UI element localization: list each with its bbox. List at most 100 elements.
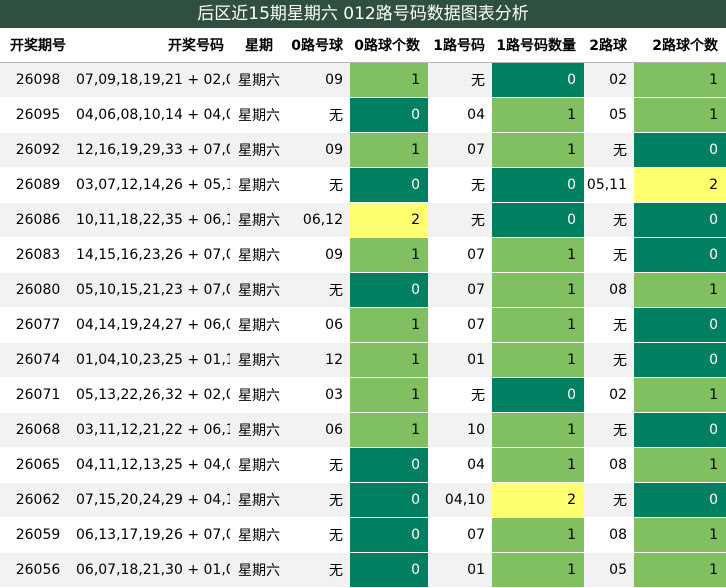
cell-route2-balls: 无 [584,132,634,168]
cell-route2-balls: 08 [584,447,634,483]
cell-route0-balls: 03 [288,377,350,413]
cell-draw-numbers: 14,15,16,23,26 + 07,09 [76,237,230,273]
cell-route1-count: 1 [492,552,584,588]
cell-route2-balls: 05,11 [584,167,634,203]
cell-route2-balls: 无 [584,342,634,378]
cell-weekday: 星期六 [230,307,288,343]
cell-route2-count: 1 [634,272,726,308]
cell-route1-count: 1 [492,412,584,448]
header-numbers: 开奖号码 [76,28,230,63]
cell-draw-numbers: 05,13,22,26,32 + 02,03 [76,377,230,413]
cell-route1-count: 0 [492,62,584,98]
table-row: 26098 07,09,18,19,21 + 02,09 星期六 09 1 无 0 02 1 [0,62,726,98]
cell-weekday: 星期六 [230,202,288,238]
cell-route1-numbers: 01 [428,552,492,588]
table-row: 26062 07,15,20,24,29 + 04,10 星期六无 0 04,10 2 无 0 [0,482,726,518]
header-route1-numbers: 1路号码 [428,28,492,63]
cell-route1-numbers: 04 [428,97,492,133]
header-route0-balls: 0路号球 [288,28,350,63]
cell-route2-count: 1 [634,552,726,588]
cell-route1-numbers: 04 [428,447,492,483]
cell-weekday: 星期六 [230,377,288,413]
cell-route1-numbers: 10 [428,412,492,448]
cell-route0-count: 1 [350,412,428,448]
cell-route2-balls: 无 [584,237,634,273]
cell-route0-count: 0 [350,482,428,518]
cell-draw-numbers: 07,09,18,19,21 + 02,09 [76,62,230,98]
cell-route0-balls: 无 [288,482,350,518]
cell-route0-balls: 无 [288,167,350,203]
cell-route1-numbers: 07 [428,132,492,168]
cell-draw-numbers: 04,11,12,13,25 + 04,08 [76,447,230,483]
cell-issue: 26089 [0,167,76,203]
cell-route1-count: 1 [492,132,584,168]
cell-route0-count: 1 [350,342,428,378]
cell-draw-numbers: 06,07,18,21,30 + 01,05 [76,552,230,588]
cell-draw-numbers: 03,11,12,21,22 + 06,10 [76,412,230,448]
cell-weekday: 星期六 [230,237,288,273]
cell-route2-count: 0 [634,482,726,518]
cell-issue: 26092 [0,132,76,168]
cell-route2-count: 1 [634,62,726,98]
cell-weekday: 星期六 [230,517,288,553]
cell-route0-count: 1 [350,132,428,168]
cell-route1-count: 0 [492,377,584,413]
cell-route1-numbers: 04,10 [428,482,492,518]
cell-draw-numbers: 06,13,17,19,26 + 07,08 [76,517,230,553]
cell-route1-numbers: 07 [428,237,492,273]
cell-weekday: 星期六 [230,132,288,168]
cell-route1-numbers: 无 [428,62,492,98]
cell-route2-count: 1 [634,447,726,483]
cell-route0-balls: 无 [288,517,350,553]
table-row: 26074 01,04,10,23,25 + 01,12 星期六 12 1 01 1 无 0 [0,342,726,378]
table-row: 26059 06,13,17,19,26 + 07,08 星期六无 0 07 1 08 1 [0,517,726,553]
cell-route2-balls: 08 [584,517,634,553]
cell-route2-balls: 无 [584,307,634,343]
table-title: 后区近15期星期六 012路号码数据图表分析 [0,0,726,28]
cell-route2-count: 0 [634,237,726,273]
cell-route0-count: 1 [350,307,428,343]
table-row: 26056 06,07,18,21,30 + 01,05 星期六无 0 01 1 05 1 [0,552,726,588]
cell-weekday: 星期六 [230,412,288,448]
cell-issue: 26065 [0,447,76,483]
cell-route2-count: 0 [634,307,726,343]
table-body: 26098 07,09,18,19,21 + 02,09 星期六 09 1 无 0 02 1 26… [0,62,726,588]
cell-route1-count: 0 [492,202,584,238]
cell-draw-numbers: 12,16,19,29,33 + 07,09 [76,132,230,168]
cell-route2-balls: 08 [584,272,634,308]
cell-issue: 26083 [0,237,76,273]
cell-route0-count: 0 [350,272,428,308]
cell-weekday: 星期六 [230,272,288,308]
header-weekday: 星期 [230,28,288,63]
cell-route1-numbers: 07 [428,307,492,343]
cell-route1-numbers: 无 [428,202,492,238]
cell-issue: 26077 [0,307,76,343]
header-route1-count: 1路号码数量 [492,28,584,63]
cell-route1-numbers: 01 [428,342,492,378]
cell-weekday: 星期六 [230,342,288,378]
table-row: 26095 04,06,08,10,14 + 04,05 星期六无 0 04 1 05 1 [0,97,726,133]
cell-weekday: 星期六 [230,167,288,203]
cell-issue: 26059 [0,517,76,553]
cell-route1-count: 0 [492,167,584,203]
cell-route1-count: 1 [492,447,584,483]
cell-route2-count: 2 [634,167,726,203]
cell-route0-balls: 无 [288,447,350,483]
cell-weekday: 星期六 [230,552,288,588]
table-row: 26068 03,11,12,21,22 + 06,10 星期六 06 1 10 1 无 0 [0,412,726,448]
header-row: 开奖期号 开奖号码 星期 0路号球 0路球个数 1路号码 1路号码数量 2路球 … [0,28,726,63]
cell-route0-balls: 12 [288,342,350,378]
cell-route2-balls: 05 [584,97,634,133]
cell-route0-balls: 无 [288,97,350,133]
cell-route1-count: 1 [492,272,584,308]
cell-draw-numbers: 04,06,08,10,14 + 04,05 [76,97,230,133]
cell-route0-balls: 09 [288,237,350,273]
cell-route2-count: 1 [634,97,726,133]
route-analysis-table: 开奖期号 开奖号码 星期 0路号球 0路球个数 1路号码 1路号码数量 2路球 … [0,28,726,588]
cell-issue: 26068 [0,412,76,448]
cell-issue: 26062 [0,482,76,518]
cell-draw-numbers: 01,04,10,23,25 + 01,12 [76,342,230,378]
table-row: 26092 12,16,19,29,33 + 07,09 星期六 09 1 07 1 无 0 [0,132,726,168]
cell-route2-balls: 无 [584,202,634,238]
cell-route2-balls: 02 [584,377,634,413]
